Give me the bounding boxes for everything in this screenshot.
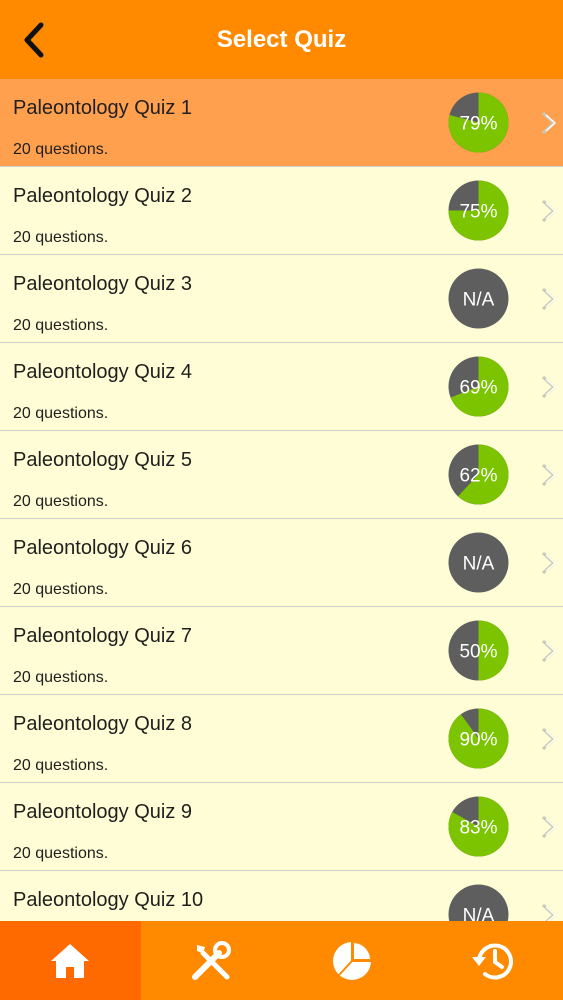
chevron-right-icon — [541, 551, 556, 575]
score-pie: 62% — [448, 444, 509, 505]
score-label: 50% — [459, 642, 497, 663]
history-icon — [471, 943, 513, 979]
chevron-right-icon — [541, 287, 556, 311]
score-label: 69% — [459, 378, 497, 399]
tab-tools[interactable] — [141, 921, 282, 1000]
score-pie: N/A — [448, 884, 509, 921]
score-pie: 79% — [448, 92, 509, 153]
chevron-right-icon — [541, 199, 556, 223]
quiz-row[interactable]: Paleontology Quiz 6 20 questions. N/A — [0, 519, 563, 607]
quiz-title: Paleontology Quiz 3 — [13, 273, 193, 295]
tab-bar — [0, 921, 563, 1000]
quiz-question-count: 20 questions. — [13, 669, 109, 686]
quiz-row[interactable]: Paleontology Quiz 1 20 questions. 79% — [0, 79, 563, 167]
score-pie: 50% — [448, 620, 509, 681]
quiz-question-count: 20 questions. — [13, 141, 109, 158]
tools-icon — [192, 940, 232, 980]
score-pie: 75% — [448, 180, 509, 241]
chevron-right-icon — [541, 463, 556, 487]
chevron-right-icon — [541, 727, 556, 751]
score-label: N/A — [463, 290, 495, 311]
quiz-title: Paleontology Quiz 2 — [13, 185, 193, 207]
quiz-row[interactable]: Paleontology Quiz 9 20 questions. 83% — [0, 783, 563, 871]
score-label: 75% — [459, 202, 497, 223]
quiz-title: Paleontology Quiz 10 — [13, 889, 204, 911]
top-bar: Select Quiz — [0, 0, 563, 79]
quiz-title: Paleontology Quiz 4 — [13, 361, 193, 383]
score-label: 62% — [459, 466, 497, 487]
chevron-right-icon — [541, 903, 556, 921]
quiz-row[interactable]: Paleontology Quiz 7 20 questions. 50% — [0, 607, 563, 695]
quiz-title: Paleontology Quiz 6 — [13, 537, 193, 559]
quiz-question-count: 20 questions. — [13, 581, 109, 598]
page-title: Select Quiz — [216, 25, 347, 53]
score-label: 79% — [459, 114, 497, 135]
score-label: N/A — [463, 554, 495, 575]
quiz-question-count: 20 questions. — [13, 493, 109, 510]
quiz-question-count: 20 questions. — [13, 405, 109, 422]
score-pie: 83% — [448, 796, 509, 857]
score-label: 83% — [459, 818, 497, 839]
quiz-title: Paleontology Quiz 5 — [13, 449, 193, 471]
quiz-title: Paleontology Quiz 9 — [13, 801, 193, 823]
score-pie: N/A — [448, 532, 509, 593]
quiz-row[interactable]: Paleontology Quiz 1020 questions.N/A — [0, 871, 563, 921]
quiz-row[interactable]: Paleontology Quiz 2 20 questions. 75% — [0, 167, 563, 255]
score-pie: N/A — [448, 268, 509, 329]
quiz-row[interactable]: Paleontology Quiz 3 20 questions. N/A — [0, 255, 563, 343]
chevron-right-icon — [541, 375, 556, 399]
tab-history[interactable] — [422, 921, 563, 1000]
quiz-question-count: 20 questions. — [13, 845, 109, 862]
chevron-right-icon — [541, 815, 556, 839]
score-pie: 69% — [448, 356, 509, 417]
chevron-right-icon — [541, 639, 556, 663]
quiz-list: Paleontology Quiz 1 20 questions. 79% Paleo… — [0, 79, 563, 921]
tab-statistics[interactable] — [282, 921, 423, 1000]
quiz-question-count: 20 questions. — [13, 229, 109, 246]
quiz-question-count: 20 questions. — [13, 757, 109, 774]
score-label: 90% — [459, 730, 497, 751]
score-label: N/A — [463, 906, 495, 922]
quiz-question-count: 20 questions. — [13, 317, 109, 334]
quiz-title: Paleontology Quiz 1 — [13, 97, 193, 119]
chevron-right-icon — [541, 111, 556, 135]
quiz-row[interactable]: Paleontology Quiz 8 20 questions. 90% — [0, 695, 563, 783]
pie-chart-icon — [332, 941, 371, 980]
quiz-title: Paleontology Quiz 8 — [13, 713, 193, 735]
tab-home[interactable] — [0, 921, 141, 1000]
score-pie: 90% — [448, 708, 509, 769]
quiz-row[interactable]: Paleontology Quiz 5 20 questions. 62% — [0, 431, 563, 519]
quiz-row[interactable]: Paleontology Quiz 4 20 questions. 69% — [0, 343, 563, 431]
home-icon — [51, 943, 90, 978]
quiz-title: Paleontology Quiz 7 — [13, 625, 193, 647]
